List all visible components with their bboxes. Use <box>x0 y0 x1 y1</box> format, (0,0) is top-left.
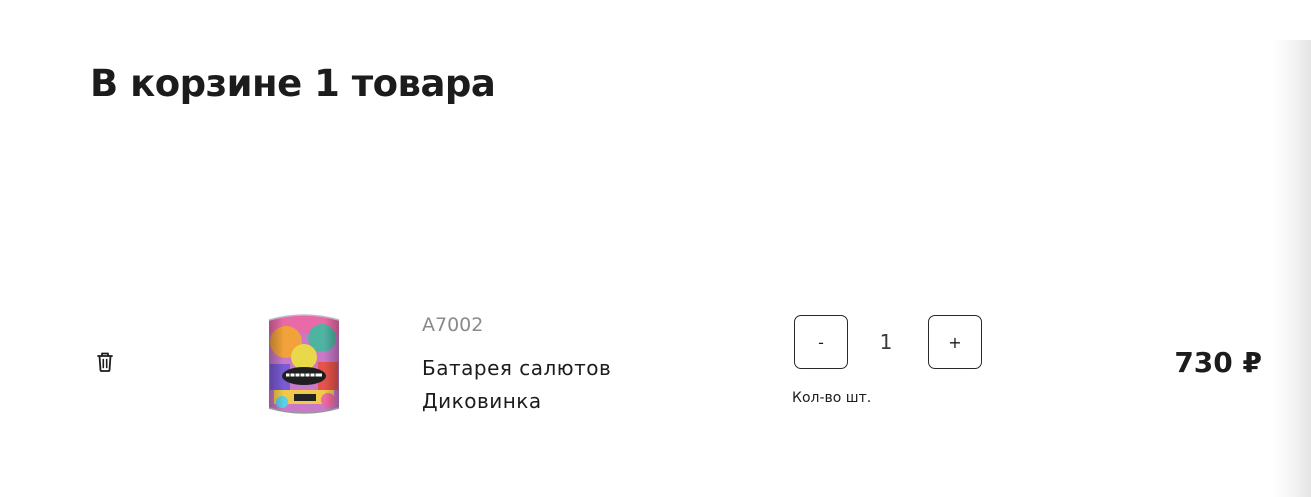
quantity-caption: Кол-во шт. <box>792 390 872 406</box>
cart-page: В корзине 1 товара A7002 Батарея салютов… <box>0 0 1311 497</box>
page-title: В корзине 1 товара <box>90 62 496 105</box>
product-image[interactable] <box>264 312 344 418</box>
product-name-link[interactable]: Батарея салютов Диковинка <box>422 352 682 418</box>
delete-item-button[interactable] <box>94 350 116 374</box>
quantity-decrease-button[interactable]: - <box>794 315 848 369</box>
item-price: 730 ₽ <box>1174 346 1262 379</box>
trash-icon <box>94 350 116 374</box>
quantity-input[interactable] <box>866 330 906 354</box>
quantity-increase-button[interactable]: + <box>928 315 982 369</box>
product-sku: A7002 <box>422 314 484 336</box>
cart-item-row: A7002 Батарея салютов Диковинка - + Кол-… <box>0 300 1311 430</box>
